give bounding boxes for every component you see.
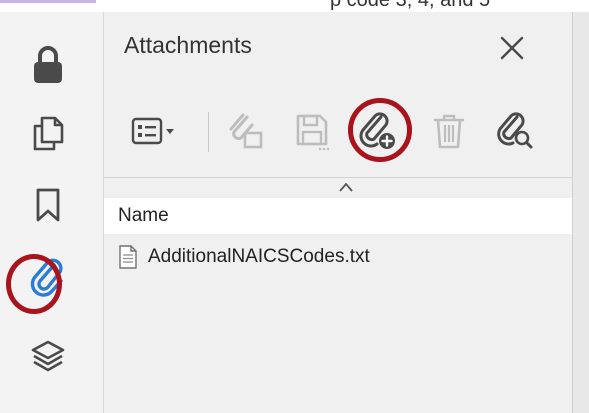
open-file-icon <box>229 113 263 149</box>
text-file-icon <box>119 245 137 269</box>
layers-icon <box>31 340 65 372</box>
panel-title: Attachments <box>124 32 252 58</box>
paperclip-icon <box>30 258 63 297</box>
document-cut-text: p code 3, 4, and 5 <box>330 0 491 11</box>
navigation-rail <box>0 12 104 413</box>
attachments-toolbar <box>104 98 572 162</box>
search-attachment-button[interactable] <box>492 108 538 154</box>
search-attachment-icon <box>497 112 533 149</box>
rail-layers-button[interactable] <box>18 330 78 384</box>
file-name: AdditionalNAICSCodes.txt <box>148 246 370 267</box>
rail-attachments-button[interactable] <box>18 250 78 304</box>
column-header-name[interactable]: Name <box>118 205 169 227</box>
rail-lock-button[interactable] <box>18 38 78 92</box>
attachments-panel: Attachments Name AdditionalNAICSCodes.tx… <box>104 12 572 413</box>
add-attachment-button[interactable] <box>354 108 400 154</box>
document-accent-bar <box>0 0 96 3</box>
bookmark-icon <box>36 188 60 222</box>
toolbar-separator <box>208 112 209 152</box>
lock-icon <box>34 46 62 83</box>
save-attachment-button[interactable] <box>290 108 336 154</box>
attachments-list: AdditionalNAICSCodes.txt <box>104 234 572 413</box>
list-options-icon <box>131 117 174 145</box>
list-item[interactable]: AdditionalNAICSCodes.txt <box>118 242 370 272</box>
save-icon <box>296 114 330 151</box>
close-icon <box>500 36 524 60</box>
sort-caret-up-icon[interactable] <box>336 180 356 194</box>
toolbar-divider <box>104 177 572 178</box>
add-attachment-icon <box>359 112 395 149</box>
document-top-strip: p code 3, 4, and 5 <box>0 0 589 12</box>
rail-bookmarks-button[interactable] <box>18 178 78 232</box>
copy-pages-icon <box>33 116 64 151</box>
open-attachment-button[interactable] <box>222 108 268 154</box>
rail-pages-button[interactable] <box>18 106 78 160</box>
close-panel-button[interactable] <box>494 30 530 66</box>
right-pane-edge <box>572 12 589 413</box>
list-column-header[interactable]: Name <box>104 198 572 234</box>
options-menu-button[interactable] <box>124 108 184 154</box>
delete-attachment-button[interactable] <box>426 108 472 154</box>
trash-icon <box>433 114 465 149</box>
